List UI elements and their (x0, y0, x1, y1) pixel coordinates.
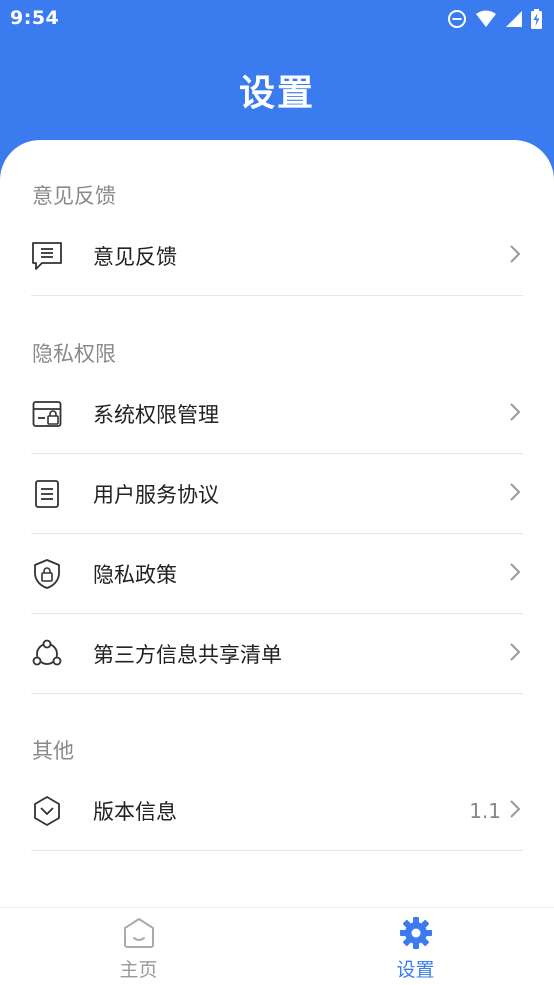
settings-row-user-agreement[interactable]: 用户服务协议 (31, 454, 523, 534)
tab-label: 设置 (396, 959, 435, 981)
status-icons (447, 8, 542, 30)
version-value: 1.1 (469, 798, 501, 823)
chevron-right-icon (509, 402, 521, 426)
tab-settings[interactable]: 设置 (277, 908, 554, 985)
chevron-right-icon (509, 244, 521, 268)
page-title: 设置 (238, 73, 315, 114)
settings-row-label: 系统权限管理 (93, 402, 219, 427)
chevron-right-icon (509, 799, 521, 823)
tab-label: 主页 (119, 959, 158, 981)
settings-row-system-permissions[interactable]: 系统权限管理 (31, 374, 523, 454)
settings-row-third-party-sharing[interactable]: 第三方信息共享清单 (31, 614, 523, 694)
tab-home[interactable]: 主页 (0, 908, 277, 985)
version-hexagon-icon (31, 795, 63, 827)
section-title-other: 其他 (32, 739, 74, 763)
settings-row-label: 第三方信息共享清单 (93, 642, 282, 667)
home-icon (122, 916, 156, 954)
document-icon (31, 478, 63, 510)
permission-card-icon (31, 398, 63, 430)
settings-row-feedback[interactable]: 意见反馈 (31, 216, 523, 296)
shield-lock-icon (31, 558, 63, 590)
do-not-disturb-icon (447, 9, 467, 29)
chevron-right-icon (509, 642, 521, 666)
status-time: 9:54 (10, 7, 60, 29)
section-title-privacy: 隐私权限 (32, 342, 116, 366)
section-title-feedback: 意见反馈 (32, 184, 116, 208)
settings-row-privacy-policy[interactable]: 隐私政策 (31, 534, 523, 614)
feedback-message-icon (31, 240, 63, 272)
settings-row-label: 版本信息 (93, 799, 177, 824)
chevron-right-icon (509, 562, 521, 586)
settings-row-label: 用户服务协议 (93, 482, 219, 507)
signal-icon (505, 10, 523, 28)
chevron-right-icon (509, 482, 521, 506)
settings-row-label: 意见反馈 (93, 244, 177, 269)
wifi-icon (475, 10, 497, 28)
gear-icon (399, 916, 433, 954)
share-nodes-icon (31, 638, 63, 670)
battery-charging-icon (531, 9, 542, 29)
bottom-tab-bar: 主页 设置 (0, 907, 554, 985)
settings-row-version-info[interactable]: 版本信息 1.1 (31, 771, 523, 851)
status-bar: 9:54 (0, 0, 554, 38)
settings-row-label: 隐私政策 (93, 562, 177, 587)
